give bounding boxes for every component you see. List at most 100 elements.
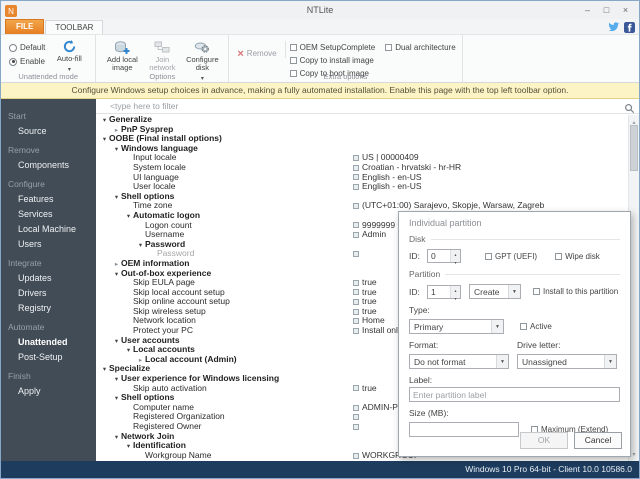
ribbon-empty-area bbox=[463, 35, 639, 82]
autofill-button[interactable]: Auto-fill bbox=[49, 38, 89, 73]
radio-circle-icon bbox=[9, 44, 17, 52]
tree-row-value[interactable] bbox=[353, 412, 362, 422]
spinner-down-icon[interactable] bbox=[451, 294, 460, 302]
sidebar-item[interactable]: Services bbox=[1, 206, 96, 221]
sidebar-item[interactable]: Updates bbox=[1, 270, 96, 285]
group-extra-options: Remove OEM SetupComplete Copy to install… bbox=[229, 35, 462, 82]
tree-row-label: Skip online account setup bbox=[133, 296, 230, 306]
tree-row-label: Network Join bbox=[121, 431, 174, 441]
facebook-icon[interactable] bbox=[624, 22, 635, 33]
sidebar-item-label: Users bbox=[18, 239, 42, 249]
create-select[interactable]: Create bbox=[469, 284, 521, 299]
tree-row-label: Skip wireless setup bbox=[133, 306, 206, 316]
oem-setupcomplete-label: OEM SetupComplete bbox=[300, 43, 376, 52]
sidebar-item-label: Apply bbox=[18, 386, 41, 396]
configure-disk-icon bbox=[194, 39, 210, 55]
radio-default-label: Default bbox=[20, 43, 45, 52]
install-to-partition-checkbox[interactable]: Install to this partition bbox=[533, 287, 618, 296]
ok-button[interactable]: OK bbox=[520, 432, 568, 449]
remove-button[interactable]: Remove bbox=[237, 44, 276, 62]
partition-label-input[interactable] bbox=[409, 387, 620, 402]
type-select[interactable]: Primary bbox=[409, 319, 504, 334]
sidebar-item[interactable]: Features bbox=[1, 191, 96, 206]
oem-setupcomplete-checkbox[interactable]: OEM SetupComplete bbox=[290, 43, 376, 52]
join-network-button[interactable]: Join network bbox=[142, 38, 182, 72]
copy-to-install-image-checkbox[interactable]: Copy to install image bbox=[290, 56, 376, 65]
sidebar-item[interactable]: Drivers bbox=[1, 285, 96, 300]
sidebar-item[interactable]: Components bbox=[1, 157, 96, 172]
window-controls bbox=[578, 2, 635, 18]
drive-letter-select[interactable]: Unassigned bbox=[517, 354, 617, 369]
tree-row-label: OEM information bbox=[121, 258, 189, 268]
wipe-disk-checkbox[interactable]: Wipe disk bbox=[555, 252, 600, 261]
spinner-down-icon[interactable] bbox=[451, 258, 460, 266]
maximize-button[interactable] bbox=[597, 2, 616, 18]
tree-row-label: Out-of-box experience bbox=[121, 268, 211, 278]
group-separator bbox=[285, 41, 286, 58]
gpt-uefi-checkbox[interactable]: GPT (UEFI) bbox=[485, 252, 537, 261]
tree-row-value[interactable] bbox=[353, 249, 362, 259]
twitter-icon[interactable] bbox=[608, 21, 620, 33]
add-local-image-label: Add local image bbox=[102, 56, 142, 72]
edit-icon bbox=[353, 184, 359, 190]
section-divider bbox=[445, 274, 620, 275]
tree-row-label: Shell options bbox=[121, 392, 174, 402]
sidebar-item[interactable]: Registry bbox=[1, 300, 96, 315]
sidebar-item-label: Start bbox=[8, 111, 26, 121]
tree-row-value-text: English - en-US bbox=[362, 182, 422, 192]
tree-row[interactable]: Generalize bbox=[96, 115, 628, 125]
tree-row-label: Workgroup Name bbox=[145, 450, 211, 460]
tree-row[interactable]: User locale English - en-US bbox=[96, 182, 628, 192]
tree-row-value[interactable]: English - en-US bbox=[353, 182, 422, 192]
edit-icon bbox=[353, 174, 359, 180]
tree-row-value[interactable]: (UTC+01:00) Sarajevo, Skopje, Warsaw, Za… bbox=[353, 201, 544, 211]
tree-row-label: Skip local account setup bbox=[133, 287, 225, 297]
tree-row-label: Registered Owner bbox=[133, 421, 202, 431]
sidebar-item[interactable]: Post-Setup bbox=[1, 349, 96, 364]
cancel-button[interactable]: Cancel bbox=[574, 432, 622, 449]
tree-row-value[interactable]: ADMIN-PC bbox=[353, 403, 404, 413]
active-checkbox[interactable]: Active bbox=[520, 322, 552, 331]
tree-row-value[interactable]: Install only bbox=[353, 326, 402, 336]
spinner-up-icon[interactable] bbox=[451, 286, 460, 294]
close-button[interactable] bbox=[616, 2, 635, 18]
add-local-image-button[interactable]: Add local image bbox=[102, 38, 142, 72]
edit-icon bbox=[353, 405, 359, 411]
tree-row-value[interactable] bbox=[353, 422, 362, 432]
partition-id-spinner[interactable]: 1 bbox=[427, 285, 461, 299]
sidebar-item[interactable]: Users bbox=[1, 236, 96, 251]
type-row: Primary Active bbox=[409, 319, 620, 334]
radio-enable[interactable]: Enable bbox=[9, 57, 45, 66]
dual-architecture-label: Dual architecture bbox=[395, 43, 455, 52]
info-bar-text: Configure Windows setup choices in advan… bbox=[71, 85, 568, 95]
tree-row-value[interactable]: Admin bbox=[353, 230, 386, 240]
radio-default[interactable]: Default bbox=[9, 43, 45, 52]
type-label: Type: bbox=[409, 305, 620, 315]
sidebar-item[interactable]: Apply bbox=[1, 383, 96, 398]
spinner-up-icon[interactable] bbox=[451, 250, 460, 258]
filter-input[interactable] bbox=[96, 99, 639, 113]
sidebar-item-label: Local Machine bbox=[18, 224, 76, 234]
drive-letter-select-value: Unassigned bbox=[522, 357, 567, 367]
sidebar-item[interactable]: Local Machine bbox=[1, 221, 96, 236]
partition-id-row: ID: 1 Create Install to this partition bbox=[409, 284, 620, 299]
sidebar-item[interactable]: Source bbox=[1, 123, 96, 138]
status-bar: Windows 10 Pro 64-bit - Client 10.0 1058… bbox=[1, 461, 639, 478]
tree-row-label: Skip EULA page bbox=[133, 277, 195, 287]
sidebar-item: Integrate bbox=[1, 256, 96, 270]
group-unattended-mode: Default Enable Auto-fill Unattended mode bbox=[1, 35, 96, 82]
sidebar-item[interactable]: Unattended bbox=[1, 334, 96, 349]
scroll-thumb[interactable] bbox=[630, 125, 638, 171]
size-input[interactable] bbox=[409, 422, 519, 437]
install-to-partition-label: Install to this partition bbox=[543, 287, 618, 296]
format-select[interactable]: Do not format bbox=[409, 354, 509, 369]
edit-icon bbox=[353, 203, 359, 209]
edit-icon bbox=[353, 318, 359, 324]
dual-architecture-checkbox[interactable]: Dual architecture bbox=[385, 43, 455, 52]
tab-toolbar[interactable]: TOOLBAR bbox=[45, 20, 103, 34]
tab-file[interactable]: FILE bbox=[5, 19, 44, 34]
edit-icon bbox=[353, 328, 359, 334]
tree-row-value[interactable]: true bbox=[353, 384, 377, 394]
minimize-button[interactable] bbox=[578, 2, 597, 18]
disk-id-spinner[interactable]: 0 bbox=[427, 249, 461, 263]
